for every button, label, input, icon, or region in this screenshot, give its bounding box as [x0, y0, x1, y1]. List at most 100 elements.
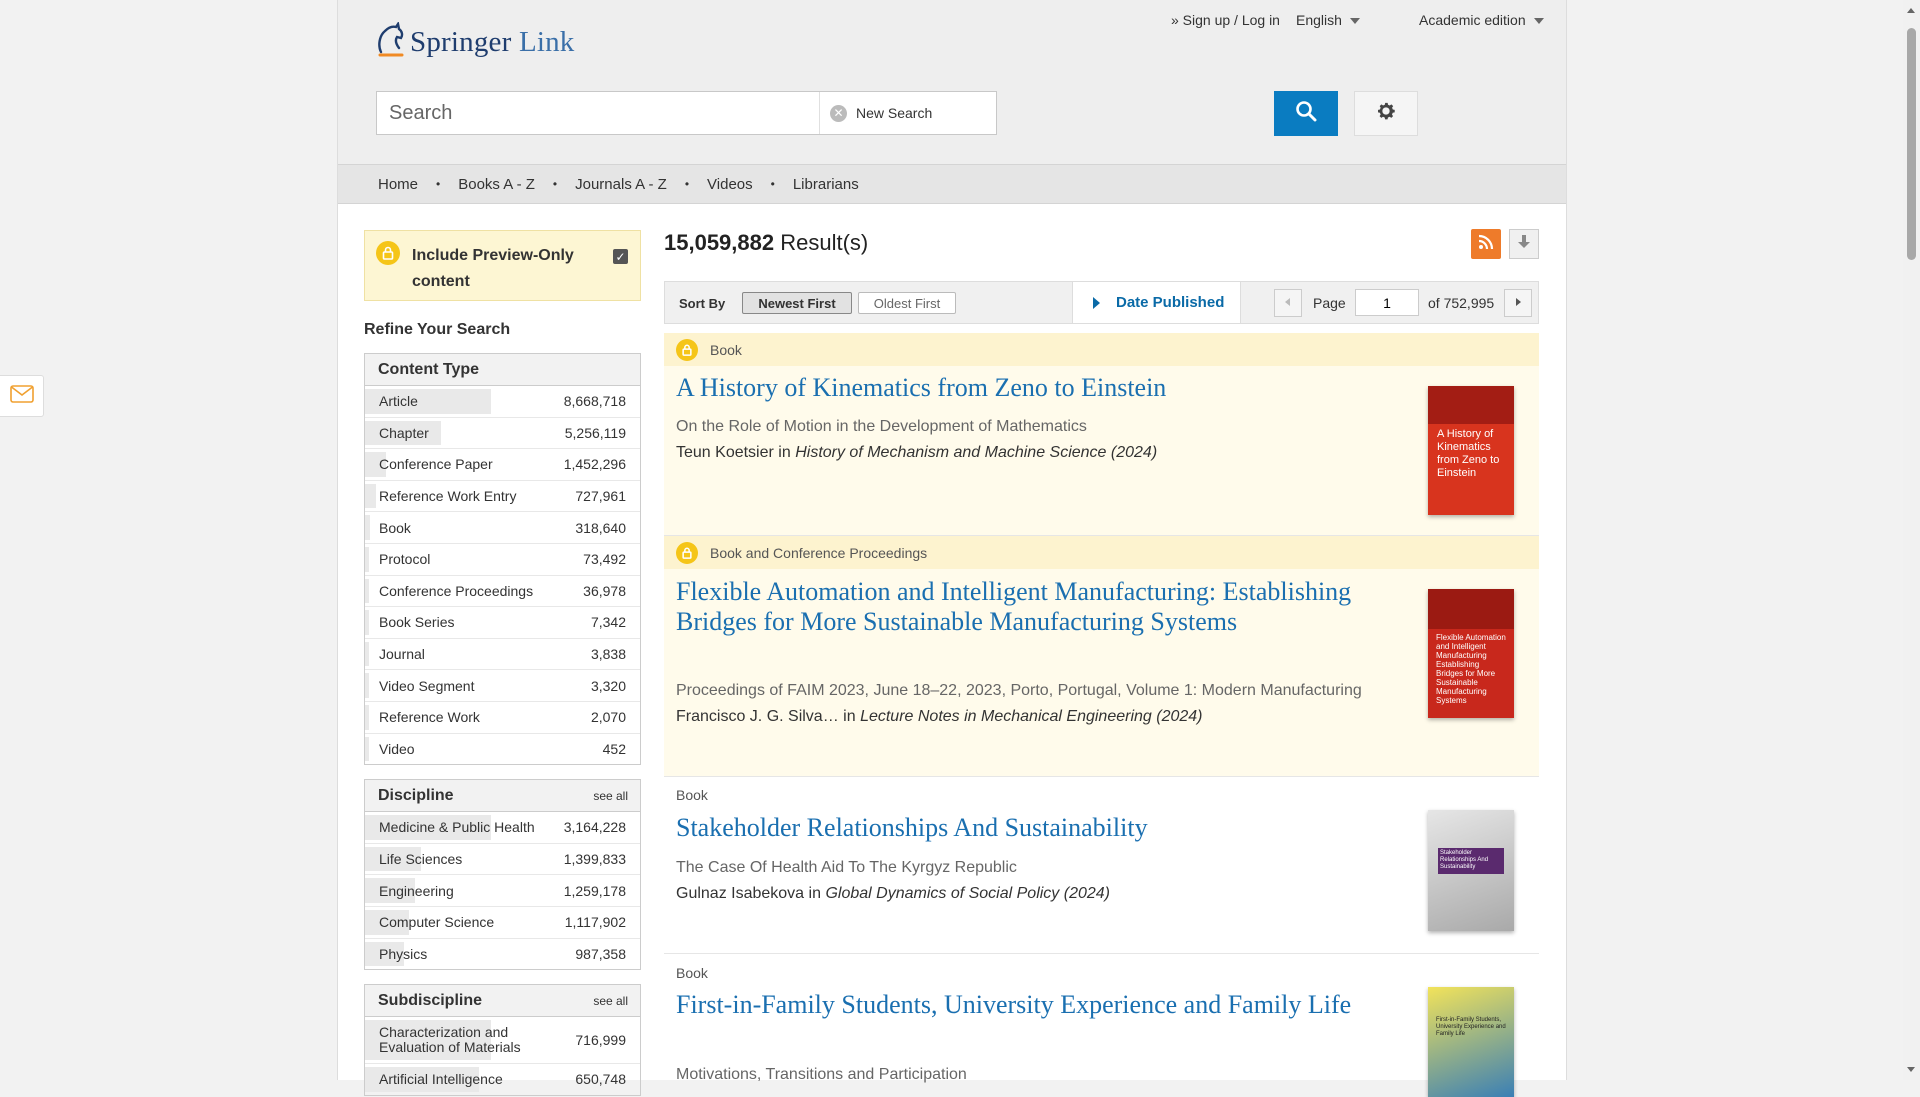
sort-oldest-button[interactable]: Oldest First — [858, 292, 956, 314]
facet-item-count: 1,452,296 — [563, 456, 626, 473]
result-authors[interactable]: Francisco J. G. Silva… — [676, 708, 839, 725]
facet-item[interactable]: Protocol 73,492 — [365, 544, 640, 576]
facet-item-label: Artificial Intelligence — [379, 1071, 503, 1088]
facet-item-label: Computer Science — [379, 914, 495, 931]
facet-item-count: 3,164,228 — [563, 819, 626, 836]
result-item: Book A History of Kinematics from Zeno t… — [664, 333, 1539, 536]
nav-librarians[interactable]: Librarians — [793, 176, 859, 193]
result-authors[interactable]: Teun Koetsier — [676, 444, 774, 461]
next-page-button[interactable] — [1504, 289, 1532, 317]
preview-only-toggle[interactable]: Include Preview-Only content ✓ — [364, 230, 641, 301]
result-item: Book First-in-Family Students, Universit… — [664, 954, 1539, 1097]
results-count: 15,059,882 Result(s) — [664, 230, 868, 255]
clear-icon: ✕ — [830, 104, 847, 122]
book-cover[interactable]: Flexible Automation and Intelligent Manu… — [1428, 589, 1514, 718]
see-all-link[interactable]: see all — [593, 789, 628, 803]
date-published-filter[interactable]: Date Published — [1072, 282, 1241, 323]
site-header: Springer Link » Sign up / Log in English… — [338, 0, 1566, 164]
next-page-icon — [1514, 294, 1522, 312]
nav-videos[interactable]: Videos — [707, 176, 753, 193]
lock-icon — [376, 241, 400, 265]
settings-button[interactable] — [1354, 91, 1418, 136]
nav-journals-a-z[interactable]: Journals A - Z — [575, 176, 667, 193]
search-input[interactable] — [377, 92, 817, 134]
book-cover[interactable]: A History of Kinematics from Zeno to Ein… — [1428, 386, 1514, 515]
scroll-up-arrow-icon[interactable] — [1907, 8, 1915, 13]
search-button[interactable] — [1274, 91, 1338, 136]
preview-only-label: Include Preview-Only content — [412, 247, 574, 290]
content-type-facet: Content Type Article 8,668,718 Chapter 5,25… — [364, 353, 641, 766]
facet-item-label: Protocol — [379, 551, 431, 568]
cover-band — [1428, 386, 1514, 424]
result-title-link[interactable]: First-in-Family Students, University Exp… — [676, 990, 1386, 1020]
result-item: Book Stakeholder Relationships And Susta… — [664, 777, 1539, 954]
facet-list: Article 8,668,718 Chapter 5,256,119 Conferen… — [365, 386, 640, 764]
facet-item[interactable]: Chapter 5,256,119 — [365, 418, 640, 450]
result-meta: Francisco J. G. Silva… in Lecture Notes … — [676, 708, 1202, 726]
facet-item-label: Video — [379, 740, 415, 757]
facet-item[interactable]: Conference Proceedings 36,978 — [365, 576, 640, 608]
sign-in-link[interactable]: » Sign up / Log in — [1171, 12, 1280, 28]
facet-item[interactable]: Engineering 1,259,178 — [365, 875, 640, 907]
logo-text: Springer Link — [410, 26, 575, 59]
book-cover[interactable]: First-in-Family Students, University Exp… — [1428, 987, 1514, 1097]
facet-item[interactable]: Reference Work Entry 727,961 — [365, 481, 640, 513]
rss-button[interactable] — [1471, 229, 1501, 259]
result-type: Book — [676, 965, 708, 981]
facet-item[interactable]: Life Sciences 1,399,833 — [365, 844, 640, 876]
facet-item[interactable]: Book 318,640 — [365, 512, 640, 544]
facet-count-bar — [365, 515, 370, 540]
prev-page-icon — [1284, 294, 1292, 312]
result-source[interactable]: Lecture Notes in Mechanical Engineering … — [860, 708, 1202, 725]
scroll-thumb[interactable] — [1907, 28, 1916, 260]
facet-item[interactable]: Artificial Intelligence 650,748 — [365, 1064, 640, 1095]
facet-item-label: Chapter — [379, 424, 429, 441]
facet-item[interactable]: Book Series 7,342 — [365, 607, 640, 639]
facet-header: Discipline see all — [365, 780, 640, 813]
facet-item-label: Article — [379, 393, 418, 410]
facet-item[interactable]: Video 452 — [365, 734, 640, 765]
result-title-link[interactable]: Stakeholder Relationships And Sustainabi… — [676, 813, 1386, 843]
facet-item[interactable]: Conference Paper 1,452,296 — [365, 449, 640, 481]
nav-books-a-z[interactable]: Books A - Z — [458, 176, 535, 193]
facet-item[interactable]: Video Segment 3,320 — [365, 670, 640, 702]
language-select[interactable]: English — [1296, 12, 1360, 28]
page-scrollbar[interactable] — [1903, 0, 1920, 1080]
nav-separator: • — [552, 177, 558, 191]
facet-item-label: Engineering — [379, 882, 454, 899]
result-source[interactable]: Global Dynamics of Social Policy (2024) — [825, 885, 1110, 902]
new-search-button[interactable]: ✕ New Search — [819, 92, 949, 134]
facet-item[interactable]: Physics 987,358 — [365, 939, 640, 970]
nav-home[interactable]: Home — [378, 176, 418, 193]
preview-only-checkbox[interactable]: ✓ — [613, 249, 628, 264]
prev-page-button[interactable] — [1274, 289, 1302, 317]
facet-item-label: Reference Work Entry — [379, 488, 517, 505]
result-type: Book — [710, 341, 742, 358]
facet-item[interactable]: Medicine & Public Health 3,164,228 — [365, 812, 640, 844]
result-title-link[interactable]: A History of Kinematics from Zeno to Ein… — [676, 373, 1386, 403]
see-all-link[interactable]: see all — [593, 994, 628, 1008]
facet-item-label: Journal — [379, 646, 425, 663]
facet-item[interactable]: Journal 3,838 — [365, 639, 640, 671]
facet-item-count: 2,070 — [590, 709, 626, 726]
edition-select[interactable]: Academic edition — [1419, 12, 1544, 28]
sort-newest-button[interactable]: Newest First — [742, 292, 852, 314]
scroll-down-arrow-icon[interactable] — [1907, 1067, 1915, 1072]
feedback-button[interactable] — [0, 375, 44, 417]
download-button[interactable] — [1509, 229, 1539, 259]
cover-title: A History of Kinematics from Zeno to Ein… — [1437, 428, 1500, 479]
facet-item[interactable]: Characterization and Evaluation of Mater… — [365, 1017, 640, 1065]
result-title-link[interactable]: Flexible Automation and Intelligent Manu… — [676, 577, 1386, 637]
logo-main-text: Springer — [410, 26, 512, 58]
facet-item-count: 3,838 — [590, 646, 626, 663]
result-source[interactable]: History of Mechanism and Machine Science… — [795, 444, 1157, 461]
facet-item[interactable]: Computer Science 1,117,902 — [365, 907, 640, 939]
facet-item[interactable]: Article 8,668,718 — [365, 386, 640, 418]
page-input[interactable] — [1355, 289, 1419, 316]
book-cover[interactable]: Stakeholder Relationships And Sustainabi… — [1428, 810, 1514, 931]
result-authors[interactable]: Gulnaz Isabekova — [676, 885, 804, 902]
edition-label: Academic edition — [1419, 12, 1526, 28]
facet-item[interactable]: Reference Work 2,070 — [365, 702, 640, 734]
page-total: of 752,995 — [1428, 295, 1495, 311]
springerlink-logo[interactable]: Springer Link — [376, 20, 575, 63]
